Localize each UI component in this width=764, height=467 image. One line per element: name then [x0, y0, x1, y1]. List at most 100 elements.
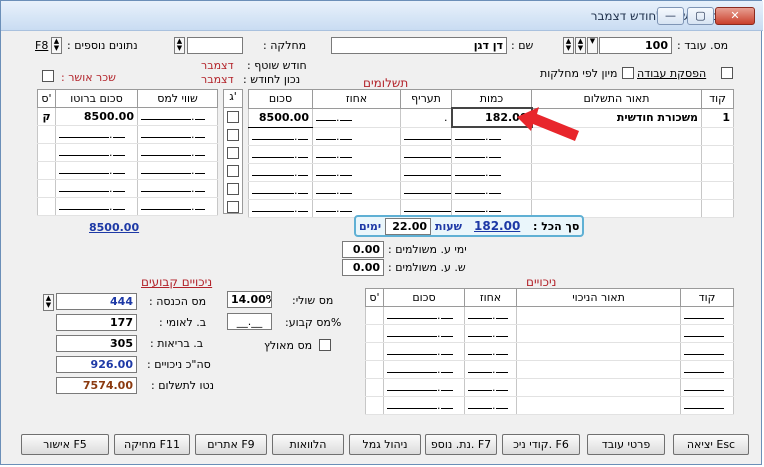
approved-pay-checkbox[interactable]	[42, 70, 54, 82]
col-s: ס'	[37, 89, 56, 108]
table-row[interactable]: ..	[365, 342, 734, 361]
row-amount[interactable]: 8500.00	[248, 108, 313, 128]
minimize-button[interactable]: —	[657, 7, 684, 25]
paid-hours-input[interactable]: 0.00	[342, 259, 384, 276]
col-percent: אחוז	[312, 89, 401, 109]
days-input[interactable]: 22.00	[385, 218, 431, 235]
extra-data-label: נתונים נוספים :	[67, 39, 138, 52]
table-row[interactable]: ..	[365, 378, 734, 397]
table-row[interactable]: ..	[37, 161, 218, 180]
table-row[interactable]: ..	[365, 396, 734, 415]
paid-days-input[interactable]: 0.00	[342, 241, 384, 258]
marginal-tax-input[interactable]: 14.00%	[227, 291, 272, 308]
col-tax-value: שווי למס	[137, 89, 218, 108]
employee-no-label: מס. עובד :	[677, 39, 729, 52]
table-row[interactable]: ..	[37, 125, 218, 144]
col-ded-description: תאור הניכוי	[516, 288, 681, 307]
g-checkbox-3[interactable]	[227, 147, 239, 159]
maximize-button[interactable]: ▢	[687, 7, 714, 25]
row-rate[interactable]: .	[400, 108, 452, 128]
table-row[interactable]: ....	[248, 145, 734, 164]
fixed-deductions-spin-icon[interactable]: ▲ ▼	[43, 294, 54, 311]
employee-no-input[interactable]: 100	[599, 37, 672, 54]
total-label: סך הכל :	[533, 220, 580, 233]
table-row[interactable]: ..	[365, 306, 734, 325]
fixed-tax-pct-label: %מס קבוע:	[285, 316, 342, 329]
hours-label: שעות	[435, 220, 462, 233]
department-input[interactable]	[187, 37, 243, 54]
approve-button[interactable]: אישור F5	[21, 434, 109, 455]
extra-data-key[interactable]: F8	[35, 39, 48, 52]
health-ins-input[interactable]: 305	[56, 335, 137, 352]
col-ded-s: ס'	[365, 288, 384, 307]
col-amount: סכום	[248, 89, 313, 109]
income-tax-label: מס הכנסה :	[149, 295, 207, 308]
payments-table: סכום אחוז תעריף כמות תאור התשלום קוד 850…	[248, 89, 734, 218]
table-row[interactable]: ....	[248, 127, 734, 146]
net-pay-label: נטו לתשלום :	[151, 379, 215, 392]
col-quantity: כמות	[451, 89, 532, 109]
payments-title: תשלומים	[363, 76, 409, 90]
grossed-up-tax-checkbox[interactable]	[319, 339, 331, 351]
row-tax-value[interactable]: .	[137, 107, 218, 126]
additional-data-button[interactable]: נת. נוספ. F7	[425, 434, 497, 455]
title-bar: הכנת השכר לחודש דצמבר — ▢ ✕	[1, 1, 763, 31]
department-spin-icon[interactable]: ▲ ▼	[174, 37, 185, 54]
days-label: ימים	[359, 220, 382, 233]
deductions-table: ס' סכום אחוז תאור הניכוי קוד .. .. .. ..…	[365, 288, 734, 415]
g-checkbox-6[interactable]	[227, 201, 239, 213]
stop-work-checkbox[interactable]	[721, 67, 733, 79]
col-gross: סכום ברוטו	[55, 89, 138, 108]
health-ins-label: ב. בריאות :	[150, 337, 204, 350]
table-row[interactable]: ..	[365, 360, 734, 379]
g-checkbox-1[interactable]	[227, 111, 239, 123]
row-gross[interactable]: 8500.00	[55, 107, 138, 126]
col-ded-percent: אחוז	[464, 288, 517, 307]
sites-button[interactable]: אתרים F9	[195, 434, 267, 455]
g-checkbox-4[interactable]	[227, 165, 239, 177]
deduction-codes-button[interactable]: קודי ניכ. F6	[502, 434, 580, 455]
total-hours: 182.00	[474, 219, 521, 233]
total-deductions-input[interactable]: 926.00	[56, 356, 137, 373]
provident-mgmt-button[interactable]: ניהול גמל	[349, 434, 421, 455]
table-row[interactable]: ק 8500.00 .	[37, 107, 218, 126]
name-label: שם :	[511, 39, 534, 52]
table-row[interactable]: ..	[365, 324, 734, 343]
sort-by-dept-checkbox[interactable]	[622, 67, 634, 79]
close-button[interactable]: ✕	[715, 7, 755, 25]
arrow-icon	[517, 107, 579, 141]
national-ins-label: ב. לאומי :	[159, 316, 207, 329]
national-ins-input[interactable]: 177	[56, 314, 137, 331]
fixed-tax-pct-input[interactable]: __.__	[227, 313, 272, 330]
table-row[interactable]: ..	[37, 197, 218, 216]
delete-button[interactable]: מחיקה F11	[114, 434, 190, 455]
table-row[interactable]: ....	[248, 163, 734, 182]
employee-dropdown-icon[interactable]: ▼	[587, 37, 598, 54]
table-row[interactable]: 8500.00 . . 182.00 משכורת חודשית 1	[248, 107, 734, 128]
extra-data-spin-icon[interactable]: ▲ ▼	[51, 37, 62, 54]
grossed-up-tax-label: מס מאולץ	[264, 339, 313, 352]
employee-prev-icon[interactable]: ▲ ▼	[563, 37, 574, 54]
table-row[interactable]: ....	[248, 181, 734, 200]
g-checkbox-2[interactable]	[227, 129, 239, 141]
table-row[interactable]: ..	[37, 143, 218, 162]
gross-table: ס' סכום ברוטו שווי למס ק 8500.00 . .. ..…	[37, 89, 218, 216]
correct-month-label: נכון לחודש :	[243, 73, 301, 86]
income-tax-input[interactable]: 444	[56, 293, 137, 310]
employee-next-icon[interactable]: ▲ ▼	[575, 37, 586, 54]
col-rate: תעריף	[400, 89, 452, 109]
approved-pay-label: שכר אושר :	[61, 71, 116, 84]
g-checkbox-5[interactable]	[227, 183, 239, 195]
loans-button[interactable]: הלוואות	[272, 434, 344, 455]
net-pay-input[interactable]: 7574.00	[56, 377, 137, 394]
name-input[interactable]: דן דגן	[331, 37, 507, 54]
employee-details-button[interactable]: פרטי עובד	[587, 434, 665, 455]
col-ded-amount: סכום	[383, 288, 465, 307]
col-ded-code: קוד	[680, 288, 734, 307]
row-code[interactable]: 1	[701, 108, 734, 128]
row-percent[interactable]: .	[312, 108, 401, 128]
exit-button[interactable]: יציאה Esc	[673, 434, 749, 455]
row-s[interactable]: ק	[37, 107, 56, 126]
table-row[interactable]: ..	[37, 179, 218, 198]
fixed-deductions-title: ניכויים קבועים	[141, 275, 213, 289]
